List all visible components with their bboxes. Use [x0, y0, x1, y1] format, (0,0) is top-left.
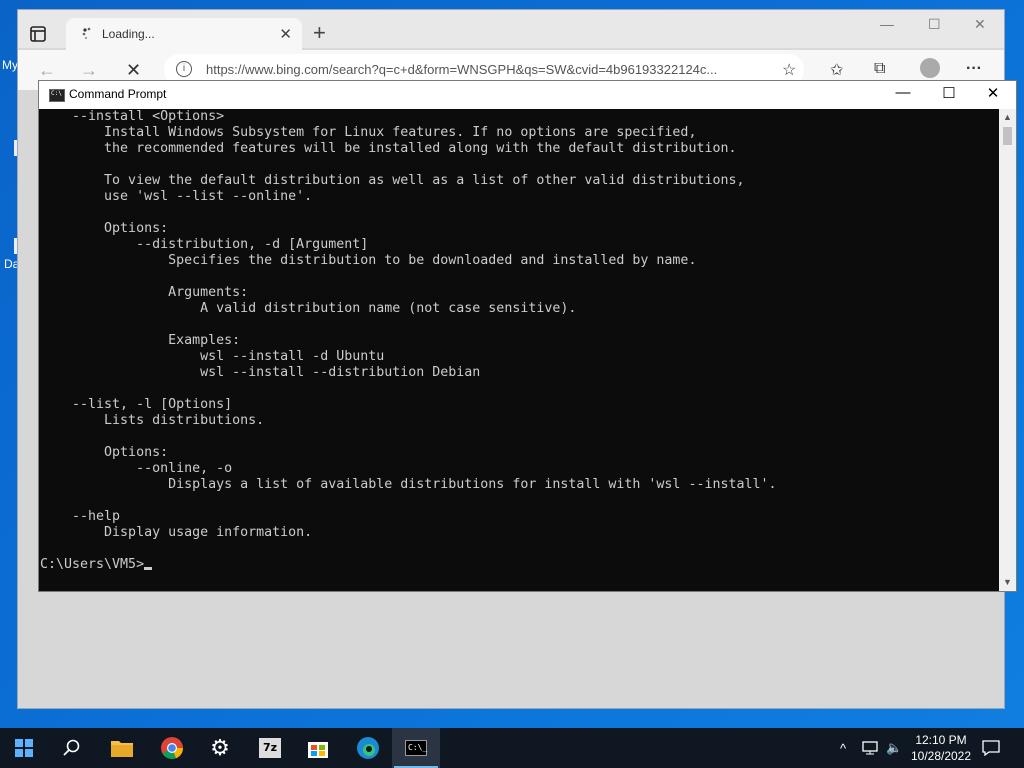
settings-icon[interactable]: ⚙ [196, 728, 244, 768]
browser-tab-bar: Loading... ✕ + — ☐ ✕ [18, 10, 1004, 50]
browser-tab[interactable]: Loading... ✕ [66, 18, 302, 50]
console-output[interactable]: --install <Options> Install Windows Subs… [39, 109, 999, 591]
more-icon[interactable]: ··· [966, 60, 982, 78]
clock[interactable]: 12:10 PM 10/28/2022 [906, 732, 976, 764]
command-prompt-window: Command Prompt — ☐ ✕ --install <Options>… [38, 80, 1017, 592]
close-icon[interactable]: ✕ [279, 25, 292, 43]
maximize-icon[interactable]: ☐ [926, 84, 972, 102]
taskbar: ⚙ 7z C:\_ ^ 🔈 12:10 PM 10/28/2022 [0, 728, 1024, 768]
title-bar[interactable]: Command Prompt — ☐ ✕ [39, 81, 1016, 109]
desktop-icon-label[interactable]: My [2, 58, 18, 72]
notifications-icon[interactable] [982, 728, 1000, 768]
network-icon[interactable] [862, 728, 878, 768]
forward-arrow-icon[interactable]: → [80, 60, 98, 81]
scrollbar[interactable]: ▲ ▼ [999, 109, 1016, 591]
back-arrow-icon[interactable]: ← [38, 60, 56, 81]
clock-date: 10/28/2022 [910, 749, 972, 763]
search-icon[interactable] [48, 728, 96, 768]
collections-icon[interactable]: ⧉ [874, 60, 885, 78]
edge-icon[interactable] [344, 728, 392, 768]
close-window-icon[interactable]: ✕ [974, 16, 986, 33]
console-text: --install <Options> Install Windows Subs… [40, 109, 777, 572]
profile-icon[interactable] [920, 58, 940, 78]
7zip-icon[interactable]: 7z [246, 728, 294, 768]
stop-x-icon[interactable]: ✕ [126, 60, 141, 81]
command-prompt-taskbar-icon[interactable]: C:\_ [392, 728, 440, 768]
scroll-down-icon[interactable]: ▼ [999, 574, 1016, 591]
show-hidden-icons[interactable]: ^ [840, 728, 846, 768]
loading-spinner-icon [82, 27, 91, 40]
minimize-icon[interactable]: — [880, 16, 894, 32]
minimize-icon[interactable]: — [880, 84, 926, 101]
scroll-thumb[interactable] [1003, 127, 1012, 145]
close-icon[interactable]: ✕ [970, 84, 1016, 102]
maximize-icon[interactable]: ☐ [928, 16, 941, 33]
volume-icon[interactable]: 🔈 [886, 728, 902, 768]
chrome-icon[interactable] [148, 728, 196, 768]
command-prompt-icon [49, 89, 65, 102]
plus-icon[interactable]: + [313, 22, 326, 44]
clock-time: 12:10 PM [915, 733, 967, 747]
tab-actions-icon[interactable] [30, 26, 46, 42]
star-add-icon[interactable]: ☆ [782, 60, 796, 80]
scroll-up-icon[interactable]: ▲ [999, 109, 1016, 126]
info-icon[interactable]: i [176, 61, 192, 77]
tab-title: Loading... [102, 27, 155, 41]
start-icon[interactable] [0, 728, 48, 768]
store-icon[interactable] [294, 728, 342, 768]
favorites-icon[interactable]: ✩ [830, 60, 843, 80]
file-explorer-icon[interactable] [98, 728, 146, 768]
url-text[interactable]: https://www.bing.com/search?q=c+d&form=W… [206, 62, 726, 77]
text-cursor [144, 567, 153, 570]
window-title: Command Prompt [69, 87, 167, 101]
